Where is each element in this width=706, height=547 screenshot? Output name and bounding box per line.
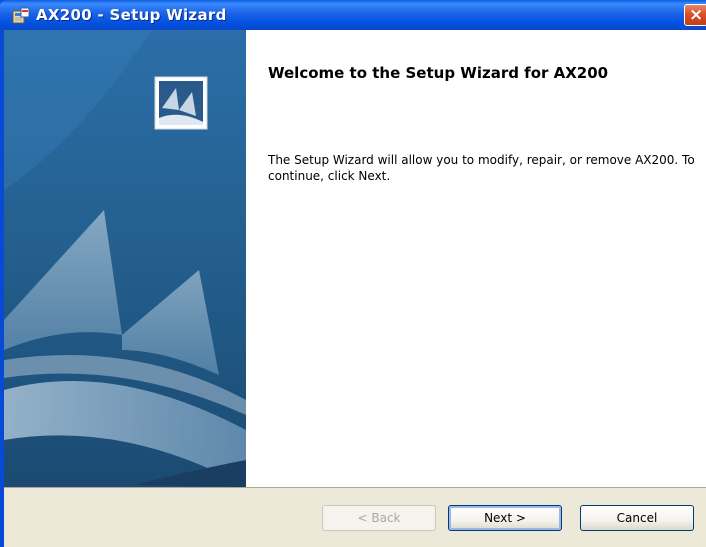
- window-title: AX200 - Setup Wizard: [36, 6, 227, 24]
- setup-wizard-window: AX200 - Setup Wizard × Welcome to the Se…: [0, 0, 706, 547]
- content-panel: Welcome to the Setup Wizard for AX200 Th…: [246, 30, 706, 487]
- description-text: The Setup Wizard will allow you to modif…: [268, 153, 695, 183]
- close-button[interactable]: ×: [684, 4, 706, 26]
- close-icon: ×: [689, 5, 704, 25]
- page-title: Welcome to the Setup Wizard for AX200: [268, 64, 609, 82]
- setup-logo-icon: [154, 76, 208, 130]
- button-bar: < Back Next > Cancel: [4, 487, 706, 547]
- next-button[interactable]: Next >: [448, 505, 562, 531]
- banner-image: [4, 30, 246, 487]
- cancel-button[interactable]: Cancel: [580, 505, 694, 531]
- title-bar[interactable]: AX200 - Setup Wizard ×: [0, 0, 706, 30]
- back-button[interactable]: < Back: [322, 505, 436, 531]
- installer-icon: [12, 7, 30, 24]
